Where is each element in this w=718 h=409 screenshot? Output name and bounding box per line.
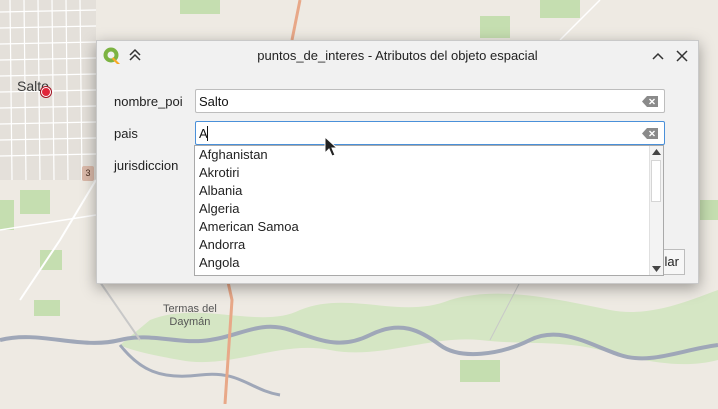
scroll-down-arrow-icon[interactable]: [652, 266, 661, 272]
close-icon[interactable]: [674, 48, 690, 64]
text-caret: [207, 126, 208, 141]
pais-input[interactable]: [199, 124, 629, 142]
road-shield: 3: [82, 166, 94, 181]
dialog-title: puntos_de_interes - Atributos del objeto…: [257, 48, 538, 63]
pin-collapse-icon[interactable]: [127, 47, 143, 63]
country-completer-popup[interactable]: Afghanistan Akrotiri Albania Algeria Ame…: [194, 145, 664, 276]
nombre-poi-input[interactable]: [199, 92, 629, 110]
map-label-place: Termas del Daymán: [163, 303, 217, 329]
field-label-pais: pais: [114, 126, 138, 141]
completer-item[interactable]: Akrotiri: [195, 164, 649, 182]
completer-item[interactable]: Angola: [195, 254, 649, 272]
pais-field[interactable]: [195, 121, 665, 145]
attributes-dialog: puntos_de_interes - Atributos del objeto…: [96, 40, 699, 284]
scroll-up-arrow-icon[interactable]: [652, 149, 661, 155]
dialog-titlebar[interactable]: puntos_de_interes - Atributos del objeto…: [97, 41, 698, 71]
scroll-thumb[interactable]: [651, 160, 661, 202]
field-label-jurisdiccion: jurisdiccion: [114, 158, 179, 173]
nombre-poi-field[interactable]: [195, 89, 665, 113]
map-label-place-line2: Daymán: [169, 316, 211, 328]
field-label-nombre-poi: nombre_poi: [114, 94, 183, 109]
clear-text-icon[interactable]: [642, 96, 658, 107]
mouse-pointer-icon: [324, 136, 338, 157]
completer-scrollbar[interactable]: [649, 146, 663, 275]
map-label-place-line1: Termas del: [163, 303, 217, 315]
completer-item[interactable]: Algeria: [195, 200, 649, 218]
clear-text-icon[interactable]: [642, 128, 658, 139]
completer-list: Afghanistan Akrotiri Albania Algeria Ame…: [195, 146, 649, 272]
completer-item[interactable]: Andorra: [195, 236, 649, 254]
qgis-logo-icon: [103, 47, 120, 64]
completer-item[interactable]: American Samoa: [195, 218, 649, 236]
completer-item[interactable]: Afghanistan: [195, 146, 649, 164]
completer-item[interactable]: Albania: [195, 182, 649, 200]
chevron-up-icon[interactable]: [650, 48, 666, 64]
poi-marker-icon[interactable]: [41, 87, 51, 97]
